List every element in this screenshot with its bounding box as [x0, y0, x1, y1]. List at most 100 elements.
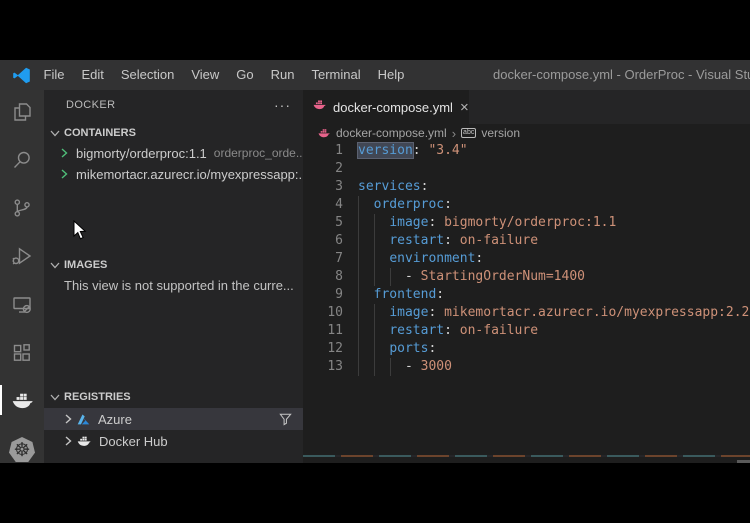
tab-docker-compose[interactable]: docker-compose.yml × [303, 90, 469, 124]
indent-guide [390, 358, 391, 376]
activity-item-search[interactable] [0, 140, 44, 180]
breadcrumb: docker-compose.yml › abc version [303, 124, 750, 142]
container-name: bigmorty/orderproc:1.1 [76, 145, 207, 161]
activity-item-remote-explorer[interactable] [0, 285, 44, 325]
line-number: 3 [335, 179, 343, 194]
docker-compose-file-icon [312, 97, 327, 117]
line-content: - 3000 [404, 359, 452, 374]
container-description: orderproc_orde... [213, 146, 303, 160]
code-line: 3 services: [303, 178, 750, 196]
code-line: 12 ports: [303, 340, 750, 358]
tab-label: docker-compose.yml [333, 99, 453, 115]
menu-view[interactable]: View [183, 60, 228, 90]
indent-guide [374, 214, 375, 286]
line-number: 2 [335, 161, 343, 176]
breadcrumb-symbol-label: version [481, 126, 521, 140]
line-content: - StartingOrderNum=1400 [404, 269, 585, 284]
menu-terminal[interactable]: Terminal [303, 60, 369, 90]
activity-item-run-debug[interactable] [0, 236, 44, 276]
code-line: 11 restart: on-failure [303, 322, 750, 340]
line-number: 11 [327, 323, 343, 338]
filter-icon[interactable] [278, 411, 293, 429]
line-content: ports: [389, 341, 437, 356]
registry-item-docker-hub[interactable]: Docker Hub [44, 430, 303, 452]
activity-item-extensions[interactable] [0, 333, 44, 373]
activity-bar: ☸ [0, 90, 44, 463]
section-registries-label: REGISTRIES [64, 391, 131, 403]
registry-item-azure[interactable]: Azure [44, 408, 303, 430]
source-control-icon [10, 196, 34, 220]
chevron-right-icon: › [451, 125, 457, 141]
activity-item-explorer[interactable] [0, 92, 44, 132]
code-line: 6 restart: on-failure [303, 232, 750, 250]
chevron-right-icon [60, 411, 76, 427]
remote-explorer-icon [10, 293, 34, 317]
line-number: 9 [335, 287, 343, 302]
chevron-down-icon [47, 389, 63, 405]
chevron-right-icon [56, 145, 72, 161]
menu-run[interactable]: Run [262, 60, 303, 90]
code-editor[interactable]: 1 version: "3.4" 2 3 services: 4 orderproc: 5 … [303, 142, 750, 463]
section-images-label: IMAGES [64, 259, 108, 271]
kubernetes-icon: ☸ [9, 437, 35, 463]
chevron-down-icon [47, 125, 63, 141]
line-content: version: "3.4" [358, 143, 468, 158]
line-content: environment: [389, 251, 484, 266]
line-number: 1 [335, 143, 343, 158]
section-containers-label: CONTAINERS [64, 127, 136, 139]
line-content: image: bigmorty/orderproc:1.1 [389, 215, 617, 230]
symbol-string-icon: abc [461, 128, 477, 138]
activity-item-kubernetes[interactable]: ☸ [0, 430, 44, 470]
explorer-icon [10, 100, 34, 124]
line-number: 10 [327, 305, 343, 320]
menu-edit[interactable]: Edit [73, 60, 112, 90]
indent-guide [374, 304, 375, 376]
breadcrumb-symbol[interactable]: abc version [461, 126, 520, 140]
vscode-window: File Edit Selection View Go Run Terminal Help d… [0, 0, 750, 523]
container-item[interactable]: mikemortacr.azurecr.io/myexpressapp:... [44, 163, 303, 185]
code-line: 5 image: bigmorty/orderproc:1.1 [303, 214, 750, 232]
container-item[interactable]: bigmorty/orderproc:1.1 orderproc_orde... [44, 142, 303, 164]
menu-selection[interactable]: Selection [112, 60, 182, 90]
breadcrumb-file[interactable]: docker-compose.yml [317, 126, 447, 140]
docker-compose-file-icon [317, 126, 331, 140]
code-line: 1 version: "3.4" [303, 142, 750, 160]
menu-file[interactable]: File [35, 60, 73, 90]
close-icon[interactable]: × [460, 100, 469, 115]
sidebar-header: DOCKER ··· [44, 90, 303, 120]
more-actions-icon[interactable]: ··· [274, 90, 291, 120]
sidebar-title: DOCKER [66, 99, 116, 111]
line-content: services: [358, 179, 429, 194]
code-line: 2 [303, 160, 750, 178]
azure-icon [76, 412, 91, 427]
menu-go[interactable]: Go [228, 60, 262, 90]
activity-item-docker[interactable] [0, 380, 44, 420]
line-content: frontend: [373, 287, 445, 302]
chevron-right-icon [56, 166, 72, 182]
docker-sidebar: DOCKER ··· CONTAINERS bigmorty/orderproc… [44, 90, 303, 463]
horizontal-scrollbar[interactable] [737, 460, 750, 463]
code-line: 10 image: mikemortacr.azurecr.io/myexpre… [303, 304, 750, 322]
tab-bar: docker-compose.yml × [303, 90, 750, 124]
indent-guide [390, 268, 391, 286]
title-bar: File Edit Selection View Go Run Terminal Help d… [0, 60, 750, 90]
line-number: 7 [335, 251, 343, 266]
line-content: restart: on-failure [389, 323, 539, 338]
line-content: restart: on-failure [389, 233, 539, 248]
breadcrumb-file-label: docker-compose.yml [336, 126, 447, 140]
indent-guide [358, 196, 359, 376]
menu-help[interactable]: Help [369, 60, 413, 90]
section-containers[interactable]: CONTAINERS [44, 122, 303, 144]
images-unsupported-message: This view is not supported in the curre.… [64, 277, 294, 293]
section-images[interactable]: IMAGES [44, 254, 303, 276]
line-number: 5 [335, 215, 343, 230]
code-line: 9 frontend: [303, 286, 750, 304]
mouse-cursor [73, 219, 88, 246]
search-icon [10, 148, 34, 172]
code-line: 4 orderproc: [303, 196, 750, 214]
menu-bar: File Edit Selection View Go Run Terminal Help [35, 60, 413, 90]
registry-label: Docker Hub [99, 433, 168, 449]
registry-label: Azure [98, 411, 132, 427]
activity-item-source-control[interactable] [0, 188, 44, 228]
section-registries[interactable]: REGISTRIES [44, 386, 303, 408]
